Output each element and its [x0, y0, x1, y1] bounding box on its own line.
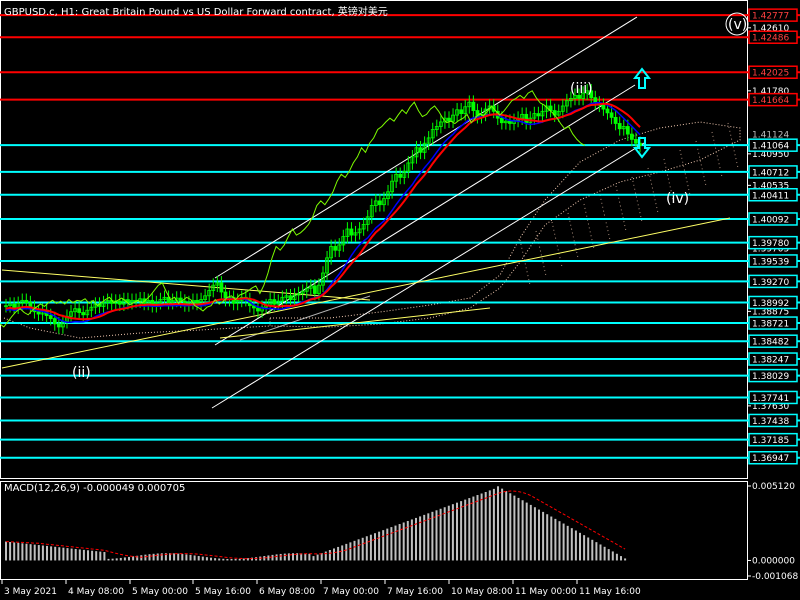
x-tick-label: 11 May 16:00 — [579, 587, 641, 597]
wave-label: (v) — [728, 17, 747, 33]
cloud-hatch — [711, 131, 723, 178]
cloud-hatch — [631, 176, 643, 223]
candle-body — [52, 318, 57, 325]
candle-body — [81, 312, 86, 316]
price-chart[interactable]: (v)(iii)(iv)(ii)1.426101.417801.409501.4… — [0, 0, 800, 600]
cloud-hatch — [615, 185, 627, 232]
x-tick-label: 7 May 00:00 — [323, 587, 379, 597]
x-tick-label: 3 May 2021 — [4, 587, 57, 597]
candle-body — [195, 299, 199, 304]
x-tick-label: 5 May 16:00 — [195, 587, 251, 597]
price-tag-cyan: 1.38482 — [752, 338, 789, 348]
candle-body — [288, 295, 293, 300]
candle-body — [48, 315, 53, 319]
macd-signal-line — [5, 490, 626, 560]
price-tag-cyan: 1.38029 — [752, 372, 789, 382]
price-tag-cyan: 1.39539 — [752, 257, 789, 267]
ichimoku-cloud — [269, 121, 741, 328]
candle-body — [629, 133, 634, 140]
price-tag-cyan: 1.38247 — [752, 356, 789, 366]
price-tag-cyan: 1.40712 — [752, 168, 789, 178]
candle-body — [536, 113, 541, 117]
cloud-hatch — [535, 230, 547, 277]
x-tick-label: 7 May 16:00 — [387, 587, 443, 597]
candle-body — [24, 299, 29, 304]
candle-body — [256, 307, 260, 312]
candle-body — [349, 228, 354, 236]
candle-body — [447, 117, 451, 122]
price-tag-red: 1.42025 — [752, 69, 789, 79]
price-tag-cyan: 1.39270 — [752, 278, 789, 288]
candle-body — [312, 285, 317, 294]
candle-body — [601, 104, 606, 110]
price-tag-cyan: 1.37741 — [752, 394, 789, 404]
macd-pane-frame — [0, 481, 748, 580]
chart-window[interactable]: { "window": { "title": "GBPUSD.c, H1: Gr… — [0, 0, 800, 600]
candle-body — [634, 139, 638, 144]
price-tag-cyan: 1.39780 — [752, 239, 789, 249]
chikou-span — [0, 90, 586, 328]
price-tag-cyan: 1.37438 — [752, 417, 789, 427]
candle-body — [524, 113, 529, 124]
candle-body — [459, 109, 464, 114]
candle-body — [36, 311, 41, 315]
cloud-hatch — [599, 194, 611, 241]
candle-body — [56, 323, 61, 328]
candle-body — [508, 120, 512, 124]
price-tag-cyan: 1.41064 — [752, 142, 789, 152]
price-tag-cyan: 1.36947 — [752, 454, 789, 464]
price-tag-red: 1.42777 — [752, 12, 789, 22]
candle-body — [499, 117, 504, 124]
price-tag-cyan: 1.38992 — [752, 299, 789, 309]
cloud-hatch — [695, 140, 707, 187]
candle-body — [418, 147, 423, 153]
cloud-hatch — [647, 167, 659, 214]
price-tag-cyan: 1.37185 — [752, 436, 789, 446]
candle-body — [625, 126, 630, 135]
wave-label: (ii) — [72, 365, 91, 381]
price-tag-cyan: 1.38721 — [752, 320, 789, 330]
x-tick-label: 10 May 08:00 — [451, 587, 513, 597]
wave-label: (iv) — [666, 191, 689, 207]
macd-tick-label: 0.005120 — [752, 482, 795, 492]
candle-body — [12, 303, 17, 308]
macd-tick-label: -0.001068 — [752, 572, 798, 582]
price-tag-hidden: 1.41124 — [752, 131, 789, 141]
price-tag-red: 1.42486 — [752, 34, 789, 44]
candle-body — [617, 123, 622, 130]
price-tag-cyan: 1.40092 — [752, 215, 789, 225]
wave-label: (iii) — [570, 81, 593, 97]
candle-body — [605, 108, 610, 114]
macd-title: MACD(12,26,9) -0.000049 0.000705 — [4, 483, 186, 494]
candle-body — [272, 299, 277, 305]
candle-body — [77, 308, 82, 313]
candle-body — [398, 173, 403, 178]
cloud-hatch — [519, 239, 531, 286]
x-tick-label: 4 May 08:00 — [68, 587, 124, 597]
chart-title: GBPUSD.c, H1: Great Britain Pound vs US … — [4, 7, 388, 18]
candle-body — [219, 282, 224, 293]
macd-histogram — [5, 486, 627, 561]
candle-body — [117, 300, 122, 305]
trendline-main — [1, 217, 731, 369]
candle-body — [613, 116, 618, 124]
candle-body — [377, 200, 382, 206]
x-tick-label: 6 May 08:00 — [259, 587, 315, 597]
candle-body — [471, 101, 476, 111]
candle-body — [609, 112, 614, 118]
price-tag-cyan: 1.40411 — [752, 191, 789, 201]
price-tag-red: 1.41664 — [752, 96, 789, 106]
x-tick-label: 11 May 00:00 — [515, 587, 577, 597]
x-tick-label: 5 May 00:00 — [132, 587, 188, 597]
macd-tick-label: 0.000000 — [752, 556, 795, 566]
candle-body — [333, 246, 338, 251]
channel-lower — [211, 142, 645, 409]
